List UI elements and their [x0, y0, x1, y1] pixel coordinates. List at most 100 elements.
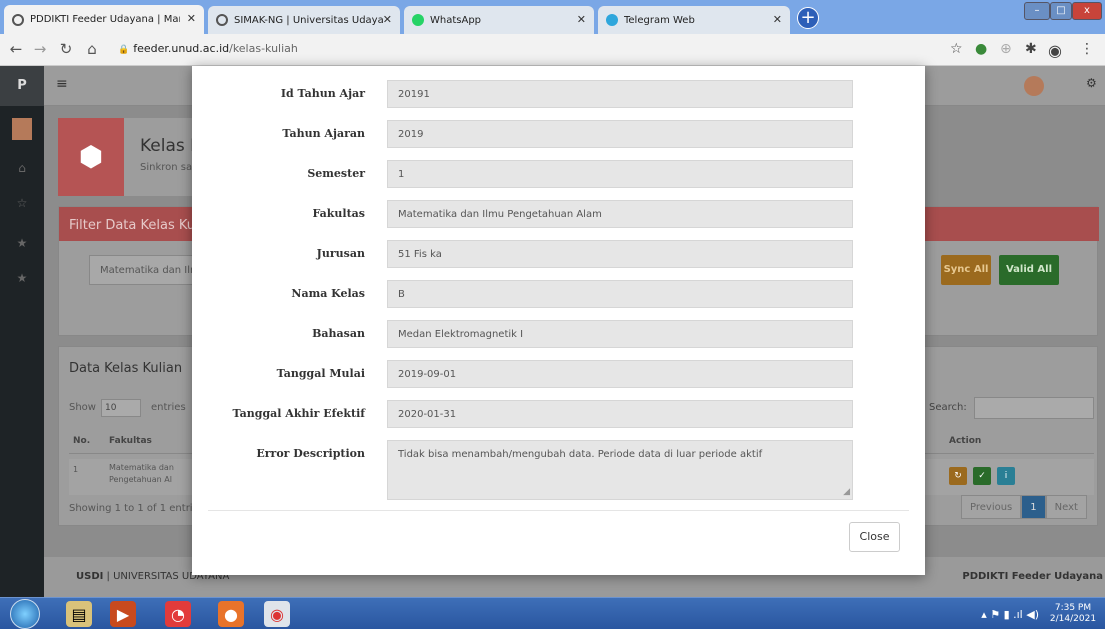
clock-time: 7:35 PM	[1054, 603, 1092, 613]
error-detail-modal: Id Tahun Ajar 20191 Tahun Ajaran 2019 Se…	[192, 66, 925, 575]
field-label: Semester	[307, 167, 365, 180]
url-field[interactable]: 🔒 feeder.unud.ac.id/kelas-kuliah	[118, 42, 298, 55]
tab-whatsapp[interactable]: WhatsApp ✕	[404, 6, 594, 34]
url-host: feeder.unud.ac.id	[133, 42, 230, 55]
globe-extension-icon[interactable]: ⊕	[1000, 41, 1012, 57]
field-value[interactable]: 1	[387, 160, 853, 188]
close-window-button[interactable]: x	[1072, 2, 1102, 20]
footer-brand: USDI	[76, 571, 104, 582]
star-nav-icon[interactable]: ★	[0, 236, 44, 250]
field-label: Tahun Ajaran	[282, 127, 365, 140]
settings-icon[interactable]: ⚙	[1086, 76, 1097, 90]
reload-icon[interactable]: ↻	[56, 40, 76, 58]
cubes-icon: ⬢	[58, 118, 124, 196]
field-row-fakultas: Fakultas Matematika dan Ilmu Pengetahuan…	[192, 200, 925, 228]
field-value[interactable]: 20191	[387, 80, 853, 108]
maximize-button[interactable]: □	[1050, 2, 1072, 20]
field-value[interactable]: Medan Elektromagnetik I	[387, 320, 853, 348]
field-label: Id Tahun Ajar	[280, 87, 365, 100]
tray-icons[interactable]: ▴ ⚑ ▮ .ıl ◀)	[981, 608, 1039, 621]
telegram-icon	[606, 14, 618, 26]
error-description-text: Tidak bisa menambah/mengubah data. Perio…	[398, 449, 763, 460]
pager-next[interactable]: Next	[1045, 495, 1087, 519]
tab-label: PDDIKTI Feeder Udayana | Mana	[30, 14, 180, 25]
valid-all-button[interactable]: Valid All	[999, 255, 1059, 285]
app-logo: P	[0, 66, 44, 106]
field-row-semester: Semester 1	[192, 160, 925, 188]
home-nav-icon[interactable]: ⌂	[0, 161, 44, 175]
field-value[interactable]: 2020-01-31	[387, 400, 853, 428]
pager-previous[interactable]: Previous	[961, 495, 1022, 519]
chrome-icon[interactable]: ◉	[264, 601, 290, 627]
fakultas-select[interactable]: Matematika dan Ilr	[89, 255, 209, 285]
field-value[interactable]: Matematika dan Ilmu Pengetahuan Alam	[387, 200, 853, 228]
browser-tab-strip: PDDIKTI Feeder Udayana | Mana ✕ SIMAK-NG…	[0, 0, 1105, 34]
file-explorer-icon[interactable]: ▤	[66, 601, 92, 627]
column-header-no[interactable]: No.	[73, 436, 90, 446]
user-avatar[interactable]	[1024, 76, 1044, 96]
tab-pddikti-feeder[interactable]: PDDIKTI Feeder Udayana | Mana ✕	[4, 5, 204, 34]
puzzle-icon[interactable]: ✱	[1025, 41, 1037, 57]
star-nav-icon[interactable]: ★	[0, 271, 44, 285]
close-tab-icon[interactable]: ✕	[577, 13, 586, 26]
back-icon[interactable]: ←	[6, 40, 26, 58]
data-panel-title: Data Kelas Kulian	[69, 361, 183, 376]
menu-dots-icon[interactable]: ⋮	[1080, 41, 1094, 57]
new-tab-button[interactable]: +	[797, 7, 819, 29]
modal-footer-divider	[208, 510, 909, 511]
column-header-fakultas[interactable]: Fakultas	[109, 436, 152, 446]
field-value[interactable]: 2019-09-01	[387, 360, 853, 388]
field-label: Nama Kelas	[291, 287, 365, 300]
sidebar: P ⌂ ☆ ★ ★	[0, 66, 44, 597]
profile-icon[interactable]: ◉	[1048, 41, 1062, 60]
show-label: Show	[69, 402, 96, 413]
field-value[interactable]: B	[387, 280, 853, 308]
firefox-icon[interactable]: ●	[218, 601, 244, 627]
tab-telegram[interactable]: Telegram Web ✕	[598, 6, 790, 34]
resize-grip-icon[interactable]: ◢	[843, 487, 850, 497]
entries-label: entries	[151, 402, 186, 413]
field-row-tanggal-mulai: Tanggal Mulai 2019-09-01	[192, 360, 925, 388]
field-value[interactable]: 2019	[387, 120, 853, 148]
home-icon[interactable]: ⌂	[82, 40, 102, 58]
sync-row-icon[interactable]: ↻	[949, 467, 967, 485]
url-path: /kelas-kuliah	[229, 42, 298, 55]
star-nav-icon[interactable]: ☆	[0, 196, 44, 210]
pager-current[interactable]: 1	[1021, 495, 1046, 519]
minimize-button[interactable]: –	[1024, 2, 1050, 20]
extension-icon[interactable]: ●	[975, 41, 987, 57]
field-label: Jurusan	[316, 247, 365, 260]
app-icon[interactable]: ◔	[165, 601, 191, 627]
entries-select[interactable]: 10	[101, 399, 141, 417]
field-value[interactable]: 51 Fis ka	[387, 240, 853, 268]
forward-icon[interactable]: →	[30, 40, 50, 58]
tab-label: WhatsApp	[430, 14, 482, 26]
footer-right: PDDIKTI Feeder Udayana	[962, 571, 1103, 582]
sync-all-button[interactable]: Sync All	[941, 255, 991, 285]
screen: PDDIKTI Feeder Udayana | Mana ✕ SIMAK-NG…	[0, 0, 1105, 629]
tab-label: SIMAK-NG | Universitas Udayana	[234, 14, 384, 26]
clock[interactable]: 7:35 PM 2/14/2021	[1047, 603, 1099, 625]
start-button[interactable]	[10, 599, 40, 629]
tab-simak-ng[interactable]: SIMAK-NG | Universitas Udayana ✕	[208, 6, 400, 34]
field-label: Bahasan	[312, 327, 365, 340]
field-label: Tanggal Mulai	[276, 367, 365, 380]
hamburger-icon[interactable]: ≡	[56, 76, 68, 92]
field-row-error-description: Error Description Tidak bisa menambah/me…	[192, 440, 925, 500]
globe-icon	[216, 14, 228, 26]
close-tab-icon[interactable]: ✕	[187, 12, 196, 25]
field-label: Fakultas	[312, 207, 365, 220]
close-button[interactable]: Close	[849, 522, 900, 552]
validate-row-icon[interactable]: ✓	[973, 467, 991, 485]
field-row-bahasan: Bahasan Medan Elektromagnetik I	[192, 320, 925, 348]
error-description-textarea[interactable]: Tidak bisa menambah/mengubah data. Perio…	[387, 440, 853, 500]
close-tab-icon[interactable]: ✕	[773, 13, 782, 26]
pagination: Previous 1 Next	[961, 495, 1087, 519]
close-tab-icon[interactable]: ✕	[383, 13, 392, 26]
star-icon[interactable]: ☆	[950, 41, 963, 57]
info-row-icon[interactable]: i	[997, 467, 1015, 485]
media-player-icon[interactable]: ▶	[110, 601, 136, 627]
tab-label: Telegram Web	[624, 14, 695, 26]
search-input[interactable]	[974, 397, 1094, 419]
field-row-tahun-ajaran: Tahun Ajaran 2019	[192, 120, 925, 148]
